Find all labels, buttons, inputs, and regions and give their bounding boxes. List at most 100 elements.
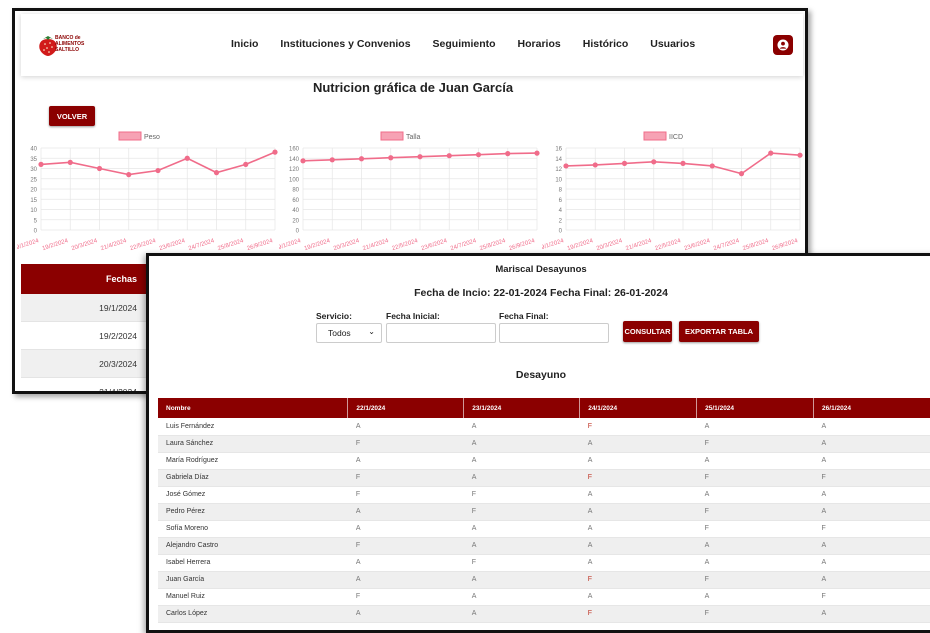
page-title: Nutricion gráfica de Juan García [312, 80, 514, 95]
exportar-tabla-button[interactable]: EXPORTAR TABLA [679, 321, 759, 342]
navbar: BANCO de ALIMENTOS SALTILLO Inicio Insti… [21, 14, 803, 76]
nav-inicio[interactable]: Inicio [231, 38, 258, 50]
user-menu-button[interactable] [773, 35, 793, 55]
legend-swatch [118, 131, 142, 141]
cell-attendance: A [579, 435, 697, 453]
y-tick-label: 30 [30, 167, 37, 173]
cell-attendance: A [463, 571, 580, 589]
cell-attendance: F [813, 469, 930, 487]
date-range-heading: Fecha de Incio: 22-01-2024 Fecha Final: … [414, 287, 668, 299]
cell-attendance: A [813, 435, 930, 453]
cell-attendance: A [813, 452, 930, 470]
y-tick-label: 80 [292, 188, 299, 194]
nav-instituciones[interactable]: Instituciones y Convenios [280, 38, 410, 50]
y-tick-label: 0 [34, 229, 38, 235]
x-tick-label: 25/8/2024 [479, 238, 507, 252]
fechas-table: Fechas 19/1/2024 19/2/2024 20/3/2024 21/… [21, 264, 151, 392]
col-date: 26/1/2024 [813, 398, 930, 418]
cell-attendance: F [579, 571, 697, 589]
data-point [184, 155, 190, 161]
legend-swatch [380, 131, 404, 141]
table-header-row: Nombre 22/1/2024 23/1/2024 24/1/2024 25/… [158, 398, 930, 418]
fechas-row: 20/3/2024 [21, 350, 151, 378]
fechas-row: 21/4/2024 [21, 378, 151, 392]
nav-usuarios[interactable]: Usuarios [650, 38, 695, 50]
cell-attendance: F [347, 537, 464, 555]
data-point [243, 161, 249, 167]
data-point [358, 156, 365, 162]
y-tick-label: 10 [30, 208, 37, 214]
fechas-header: Fechas [21, 264, 151, 294]
y-tick-label: 0 [559, 229, 563, 235]
fecha-final-input[interactable] [499, 323, 609, 343]
cell-nombre: Laura Sánchez [158, 435, 348, 453]
cell-attendance: A [696, 588, 814, 606]
table-row: Juan García A A F F A [158, 571, 930, 589]
x-tick-label: 20/3/2024 [596, 238, 624, 252]
y-tick-label: 140 [289, 157, 300, 163]
y-tick-label: 6 [559, 198, 563, 204]
cell-nombre: Juan García [158, 571, 348, 589]
desayunos-title: Mariscal Desayunos [495, 264, 587, 275]
data-point [213, 170, 220, 176]
x-tick-label: 19/1/2024 [279, 238, 302, 252]
cell-nombre: Pedro Pérez [158, 503, 348, 521]
table-row: Alejandro Castro F A A A A [158, 537, 930, 555]
nav-seguimiento[interactable]: Seguimiento [433, 38, 496, 50]
cell-attendance: F [347, 588, 464, 606]
y-tick-label: 20 [30, 188, 37, 194]
cell-attendance: A [696, 486, 814, 504]
logo[interactable]: BANCO de ALIMENTOS SALTILLO [37, 31, 99, 61]
talla-chart: Talla 0 20 40 60 80 100 120 140 160 19/1/2024 19/2/… [279, 131, 540, 252]
desayuno-subtitle: Desayuno [515, 369, 567, 381]
servicio-select[interactable]: Todos ⌄ [316, 323, 382, 343]
data-point [797, 152, 803, 158]
x-tick-label: 23/6/2024 [159, 238, 187, 252]
table-row: María Rodríguez A A A A A [158, 452, 930, 470]
y-tick-label: 5 [34, 218, 38, 224]
cell-attendance: F [463, 503, 580, 521]
fecha-inicial-input[interactable] [386, 323, 496, 343]
cell-attendance: A [813, 418, 930, 436]
data-point [446, 153, 452, 159]
cell-attendance: A [579, 486, 697, 504]
nav-historico[interactable]: Histórico [583, 38, 629, 50]
y-tick-label: 8 [559, 188, 563, 194]
cell-attendance: A [696, 452, 814, 470]
legend-label: Peso [144, 134, 160, 141]
cell-attendance: A [463, 537, 580, 555]
y-tick-label: 14 [555, 157, 562, 163]
data-point [38, 161, 44, 167]
cell-attendance: A [579, 520, 697, 538]
data-point [534, 150, 540, 156]
consultar-button[interactable]: CONSULTAR [623, 321, 672, 342]
x-tick-label: 22/5/2024 [129, 238, 157, 252]
cell-attendance: A [813, 571, 930, 589]
x-tick-label: 25/8/2024 [217, 238, 245, 252]
x-tick-label: 20/3/2024 [71, 238, 99, 252]
cell-attendance: A [347, 520, 464, 538]
data-point [300, 158, 306, 164]
y-tick-label: 12 [555, 167, 562, 173]
x-tick-label: 22/5/2024 [654, 238, 682, 252]
fechas-row: 19/1/2024 [21, 294, 151, 322]
legend-swatch [643, 131, 667, 141]
x-tick-label: 23/6/2024 [421, 238, 449, 252]
nav-horarios[interactable]: Horarios [518, 38, 561, 50]
logo-text: BANCO de ALIMENTOS SALTILLO [55, 35, 85, 53]
x-tick-label: 19/2/2024 [567, 238, 595, 252]
cell-attendance: A [347, 554, 464, 572]
desayunos-table: Nombre 22/1/2024 23/1/2024 24/1/2024 25/… [158, 398, 930, 623]
x-tick-label: 23/6/2024 [684, 238, 712, 252]
x-tick-label: 24/7/2024 [713, 238, 741, 252]
data-point [96, 165, 103, 172]
legend-label: Talla [406, 134, 421, 141]
cell-attendance: A [813, 554, 930, 572]
table-row: Pedro Pérez A F A F A [158, 503, 930, 521]
cell-attendance: A [463, 435, 580, 453]
volver-button[interactable]: VOLVER [49, 106, 95, 126]
x-tick-label: 19/1/2024 [17, 238, 40, 252]
y-tick-label: 100 [289, 177, 300, 183]
cell-attendance: A [463, 452, 580, 470]
cell-attendance: A [813, 605, 930, 623]
